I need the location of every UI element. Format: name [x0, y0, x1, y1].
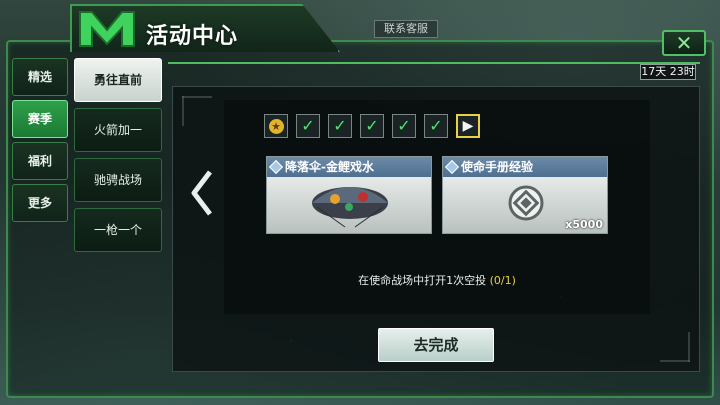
progress-step-start: ★: [264, 114, 288, 138]
progress-step: ✓: [392, 114, 416, 138]
event-timer: 17天 23时: [640, 64, 696, 80]
main-nav-welfare[interactable]: 福利: [12, 142, 68, 180]
progress-step-current[interactable]: ▶: [456, 114, 480, 138]
reward-card-parachute[interactable]: 降落伞-金鲤戏水: [266, 156, 432, 234]
main-nav-season[interactable]: 赛季: [12, 100, 68, 138]
reward-name: 降落伞-金鲤戏水: [285, 160, 374, 174]
content-header-bar: [168, 62, 700, 78]
corner-decoration: [182, 96, 212, 98]
corner-decoration: [688, 332, 690, 362]
check-icon: ✓: [301, 116, 315, 135]
reward-card-exp[interactable]: 使命手册经验 x5000: [442, 156, 608, 234]
reward-image: [267, 177, 431, 233]
corner-decoration: [182, 96, 184, 126]
reward-card-header: 降落伞-金鲤戏水: [267, 157, 431, 177]
close-button[interactable]: ✕: [662, 30, 706, 56]
parachute-icon: [312, 187, 388, 228]
play-icon: ▶: [462, 118, 474, 134]
sub-nav-item[interactable]: 勇往直前: [74, 58, 162, 102]
main-nav-featured[interactable]: 精选: [12, 58, 68, 96]
reward-name: 使命手册经验: [461, 160, 534, 174]
corner-decoration: [660, 360, 690, 362]
progress-step: ✓: [328, 114, 352, 138]
task-progress: (0/1): [489, 274, 516, 287]
game-logo-icon: [79, 11, 135, 47]
check-icon: ✓: [333, 116, 347, 135]
close-icon: ✕: [675, 31, 693, 55]
sub-nav: 勇往直前 火箭加一 驰骋战场 一枪一个: [74, 58, 164, 258]
task-description: 在使命战场中打开1次空投 (0/1): [224, 272, 650, 288]
check-icon: ✓: [429, 116, 443, 135]
task-text: 在使命战场中打开1次空投: [358, 274, 487, 287]
previous-arrow-icon[interactable]: [186, 168, 216, 218]
reward-quantity: x5000: [565, 218, 603, 231]
sub-nav-item[interactable]: 驰骋战场: [74, 158, 162, 202]
check-icon: ✓: [365, 116, 379, 135]
star-badge-icon: ★: [268, 118, 284, 134]
progress-step: ✓: [424, 114, 448, 138]
progress-step: ✓: [360, 114, 384, 138]
sub-nav-item[interactable]: 火箭加一: [74, 108, 162, 152]
sub-nav-item[interactable]: 一枪一个: [74, 208, 162, 252]
progress-steps: ★ ✓ ✓ ✓ ✓ ✓ ▶: [264, 114, 488, 138]
main-nav-more[interactable]: 更多: [12, 184, 68, 222]
page-title: 活动中心: [146, 24, 239, 49]
rarity-gem-icon: [268, 159, 284, 175]
main-nav: 精选 赛季 福利 更多: [12, 58, 70, 226]
go-complete-button[interactable]: 去完成: [378, 328, 494, 362]
contact-support-button[interactable]: 联系客服: [374, 20, 438, 38]
reward-image: x5000: [443, 177, 607, 233]
check-icon: ✓: [397, 116, 411, 135]
progress-step: ✓: [296, 114, 320, 138]
rarity-gem-icon: [444, 159, 460, 175]
reward-card-header: 使命手册经验: [443, 157, 607, 177]
